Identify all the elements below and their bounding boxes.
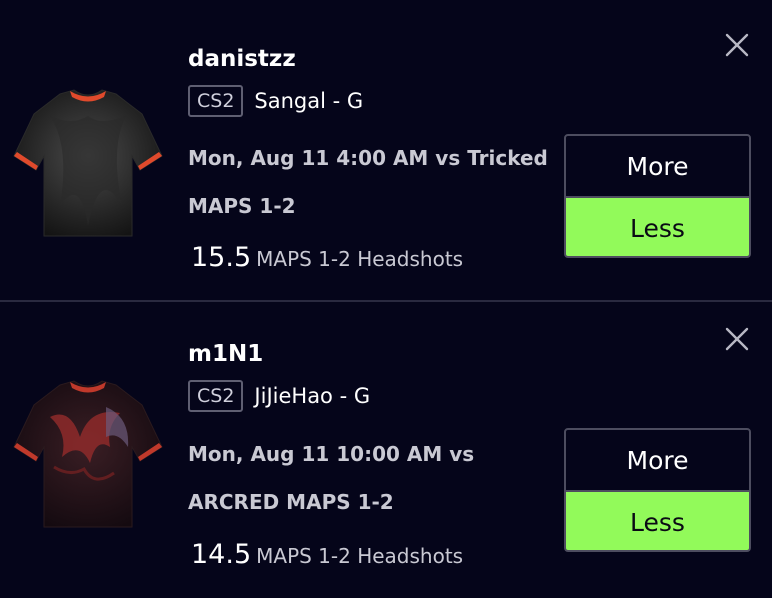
more-less-selector: More Less [564, 428, 751, 552]
stat-value: 14.5 [191, 539, 252, 570]
game-badge: CS2 [188, 85, 244, 117]
match-time: Mon, Aug 11 4:00 AM vs Tricked [188, 146, 548, 170]
more-button[interactable]: More [566, 136, 749, 198]
player-name: m1N1 [188, 341, 264, 367]
more-button[interactable]: More [566, 430, 749, 492]
black-jersey-icon [10, 86, 166, 246]
team-position: JiJieHao - G [254, 384, 371, 408]
pick-card: danistzz CS2 Sangal - G Mon, Aug 11 4:00… [0, 0, 772, 295]
stat-line: 15.5 MAPS 1-2 Headshots [191, 242, 463, 273]
stat-line: 14.5 MAPS 1-2 Headshots [191, 539, 463, 570]
close-icon[interactable] [722, 324, 752, 354]
player-name: danistzz [188, 46, 296, 72]
pick-card: m1N1 CS2 JiJieHao - G Mon, Aug 11 10:00 … [0, 303, 772, 598]
close-icon[interactable] [722, 30, 752, 60]
match-time: Mon, Aug 11 10:00 AM vs [188, 442, 475, 466]
game-team-row: CS2 JiJieHao - G [188, 380, 370, 412]
dragon-jersey-icon [10, 377, 166, 537]
match-maps: MAPS 1-2 [188, 194, 296, 218]
match-maps: ARCRED MAPS 1-2 [188, 490, 394, 514]
stat-label: MAPS 1-2 Headshots [256, 544, 464, 568]
team-position: Sangal - G [254, 89, 364, 113]
game-team-row: CS2 Sangal - G [188, 85, 363, 117]
more-less-selector: More Less [564, 134, 751, 258]
less-button[interactable]: Less [566, 198, 749, 256]
less-button[interactable]: Less [566, 492, 749, 550]
game-badge: CS2 [188, 380, 244, 412]
stat-value: 15.5 [191, 242, 252, 273]
stat-label: MAPS 1-2 Headshots [256, 247, 464, 271]
divider [0, 300, 772, 302]
